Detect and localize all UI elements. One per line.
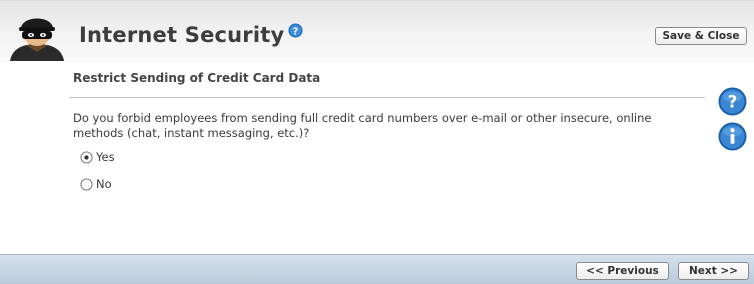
svg-text:?: ? [293,26,298,37]
radio-option-no[interactable]: No [80,177,112,191]
radio-selected-icon[interactable] [80,150,93,164]
previous-button[interactable]: << Previous [576,262,669,280]
radio-option-yes[interactable]: Yes [80,150,115,164]
header-bar: Internet Security ? Save & Close [0,0,754,62]
radio-label-yes: Yes [96,150,115,164]
masked-burglar-icon [10,18,64,61]
page-title: Internet Security [79,23,285,47]
wizard-window: Internet Security ? Save & Close Restric… [0,0,754,284]
title-area: Internet Security ? [79,20,303,50]
section-title: Restrict Sending of Credit Card Data [73,71,321,85]
save-close-button[interactable]: Save & Close [655,27,747,45]
radio-label-no: No [96,177,112,191]
next-button[interactable]: Next >> [678,262,749,280]
divider [69,97,705,98]
help-icon[interactable]: ? [288,22,303,38]
info-icon[interactable] [718,122,747,151]
svg-text:?: ? [728,92,738,111]
help-icon[interactable]: ? [718,87,747,116]
radio-unselected-icon[interactable] [80,177,93,191]
question-text: Do you forbid employees from sending ful… [73,111,652,140]
